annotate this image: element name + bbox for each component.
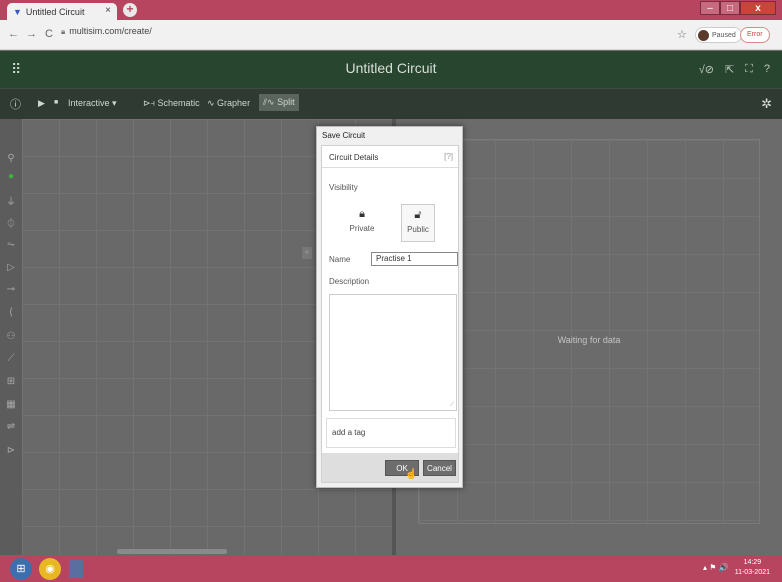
taskbar: ⊞ ◉ ▴ ⚑ 🔊 14:29 11-03-2021 [0, 555, 782, 582]
search-icon[interactable]: ⚲ [5, 153, 17, 164]
profile-button[interactable]: Paused [695, 27, 742, 43]
split-label: Split [277, 97, 295, 107]
chrome-taskbar-icon[interactable]: ◉ [39, 558, 61, 580]
app-header: ⠿ Untitled Circuit √⊘ ⇱ ⛶ ? [0, 51, 782, 88]
save-circuit-dialog: Save Circuit Circuit Details [?] Visibil… [316, 126, 463, 488]
public-option[interactable]: 🔓︎ Public [401, 204, 435, 242]
resistor-icon[interactable]: ⏦ [5, 239, 17, 250]
clock-time: 14:29 [743, 559, 762, 566]
simulation-toolbar: ⓘ ▶ ■ Interactive ▾ ⊳⫞ Schematic ∿ Graph… [0, 88, 782, 119]
header-tools: √⊘ ⇱ ⛶ ? [699, 63, 770, 76]
schematic-label: Schematic [157, 98, 200, 108]
split-icon: ⫽∿ [263, 97, 278, 107]
schematic-icon: ⊳⫞ [143, 98, 158, 108]
lock-closed-icon: 🔒︎ [359, 208, 365, 220]
opamp-icon[interactable]: ▷ [5, 262, 17, 273]
reload-button[interactable]: C [45, 28, 53, 40]
tag-input[interactable]: add a tag [326, 418, 456, 448]
buffer-icon[interactable]: ⊳ [5, 445, 17, 456]
grapher-icon: ∿ [207, 98, 218, 108]
logic-gate-icon[interactable]: ⊞ [5, 376, 17, 387]
new-tab-button[interactable]: + [123, 3, 137, 17]
source-icon[interactable]: ⏀ [5, 215, 17, 230]
error-button[interactable]: Error [740, 27, 770, 43]
formula-icon[interactable]: √⊘ [699, 63, 714, 76]
probe-icon[interactable]: ● [5, 171, 17, 182]
forward-button[interactable]: → [26, 28, 37, 40]
name-field[interactable]: Practise 1 [371, 252, 458, 266]
profile-status: Paused [712, 31, 736, 39]
clock-date: 11-03-2021 [734, 569, 770, 576]
url-text: multisim.com/create/ [69, 26, 152, 36]
stop-icon[interactable]: ■ [54, 99, 58, 106]
component-rail: ⚲ ● ⏚ ⏀ ⏦ ▷ ⊸ ⟨ ⚇ ⟋ ⊞ ▦ ⇌ ⊳ [0, 119, 22, 555]
waiting-message: Waiting for data [557, 335, 621, 345]
browser-tab[interactable]: ▼ Untitled Circuit × [7, 3, 117, 20]
graph-plot-area[interactable]: Waiting for data [418, 139, 760, 524]
grapher-label: Grapher [217, 98, 251, 108]
resize-grip-icon[interactable]: ⟋ [450, 402, 454, 409]
help-button[interactable]: [?] [444, 152, 453, 161]
multisim-favicon-icon: ▼ [13, 6, 22, 17]
schematic-view-tab[interactable]: ⊳⫞ Schematic [143, 98, 200, 109]
collapse-panel-icon[interactable]: « [302, 247, 312, 259]
transistor-icon[interactable]: ⟨ [5, 307, 17, 318]
lock-open-icon: 🔓︎ [414, 209, 422, 221]
dialog-footer: OK Cancel ☝ [322, 453, 458, 482]
cancel-button[interactable]: Cancel [423, 460, 456, 476]
ground-icon[interactable]: ⏚ [5, 193, 17, 208]
info-icon[interactable]: ⓘ [10, 96, 21, 112]
clock[interactable]: 14:29 11-03-2021 [735, 558, 770, 578]
meter-icon[interactable]: ⚇ [5, 331, 17, 342]
horizontal-scrollbar[interactable] [117, 549, 227, 554]
tab-close-button[interactable]: × [105, 5, 111, 16]
start-button-icon[interactable]: ⊞ [10, 558, 32, 580]
private-label: Private [349, 224, 375, 233]
circuit-details-header: Circuit Details [?] [322, 146, 458, 168]
mouse-cursor-icon: ☝ [405, 469, 418, 480]
split-view-tab[interactable]: ⫽∿ Split [259, 94, 299, 111]
name-label: Name [329, 255, 351, 264]
connector-icon[interactable]: ⇌ [5, 421, 17, 432]
private-option[interactable]: 🔒︎ Private [345, 204, 379, 242]
settings-gear-icon[interactable]: ✲ [761, 96, 772, 112]
back-button[interactable]: ← [8, 28, 19, 40]
bookmark-star-icon[interactable]: ☆ [677, 28, 687, 41]
help-icon[interactable]: ? [764, 63, 770, 76]
interactive-dropdown[interactable]: Interactive ▾ [68, 98, 117, 109]
fullscreen-icon[interactable]: ⛶ [745, 63, 753, 76]
visibility-label: Visibility [329, 183, 358, 192]
grapher-view-tab[interactable]: ∿ Grapher [207, 98, 250, 109]
avatar [698, 29, 709, 41]
diode-icon[interactable]: ⊸ [5, 284, 17, 295]
window-controls: ‒ □ x [700, 1, 776, 15]
maximize-button[interactable]: □ [720, 1, 740, 15]
share-icon[interactable]: ⇱ [725, 63, 734, 76]
public-label: Public [407, 225, 429, 234]
dialog-body: Circuit Details [?] Visibility 🔒︎ Privat… [321, 145, 459, 483]
circuit-title[interactable]: Untitled Circuit [0, 60, 782, 76]
url-field[interactable]: 🔒︎ multisim.com/create/ [61, 26, 152, 37]
description-label: Description [329, 277, 370, 286]
address-bar: ← → C 🔒︎ multisim.com/create/ ☆ Paused Er… [0, 20, 782, 50]
browser-titlebar: ▼ Untitled Circuit × + ‒ □ x [0, 0, 782, 20]
switch-icon[interactable]: ⟋ [5, 353, 17, 364]
description-textarea[interactable]: ⟋ [329, 294, 457, 411]
lock-icon: 🔒︎ [61, 27, 66, 36]
file-taskbar-icon[interactable] [69, 560, 83, 578]
circuit-details-label: Circuit Details [329, 153, 379, 162]
minimize-button[interactable]: ‒ [700, 1, 720, 15]
play-icon[interactable]: ▶ [38, 98, 45, 109]
tab-title: Untitled Circuit [25, 6, 85, 17]
close-window-button[interactable]: x [740, 1, 776, 15]
dialog-title: Save Circuit [322, 131, 366, 140]
chip-icon[interactable]: ▦ [5, 399, 17, 410]
system-tray[interactable]: ▴ ⚑ 🔊 [703, 563, 729, 572]
